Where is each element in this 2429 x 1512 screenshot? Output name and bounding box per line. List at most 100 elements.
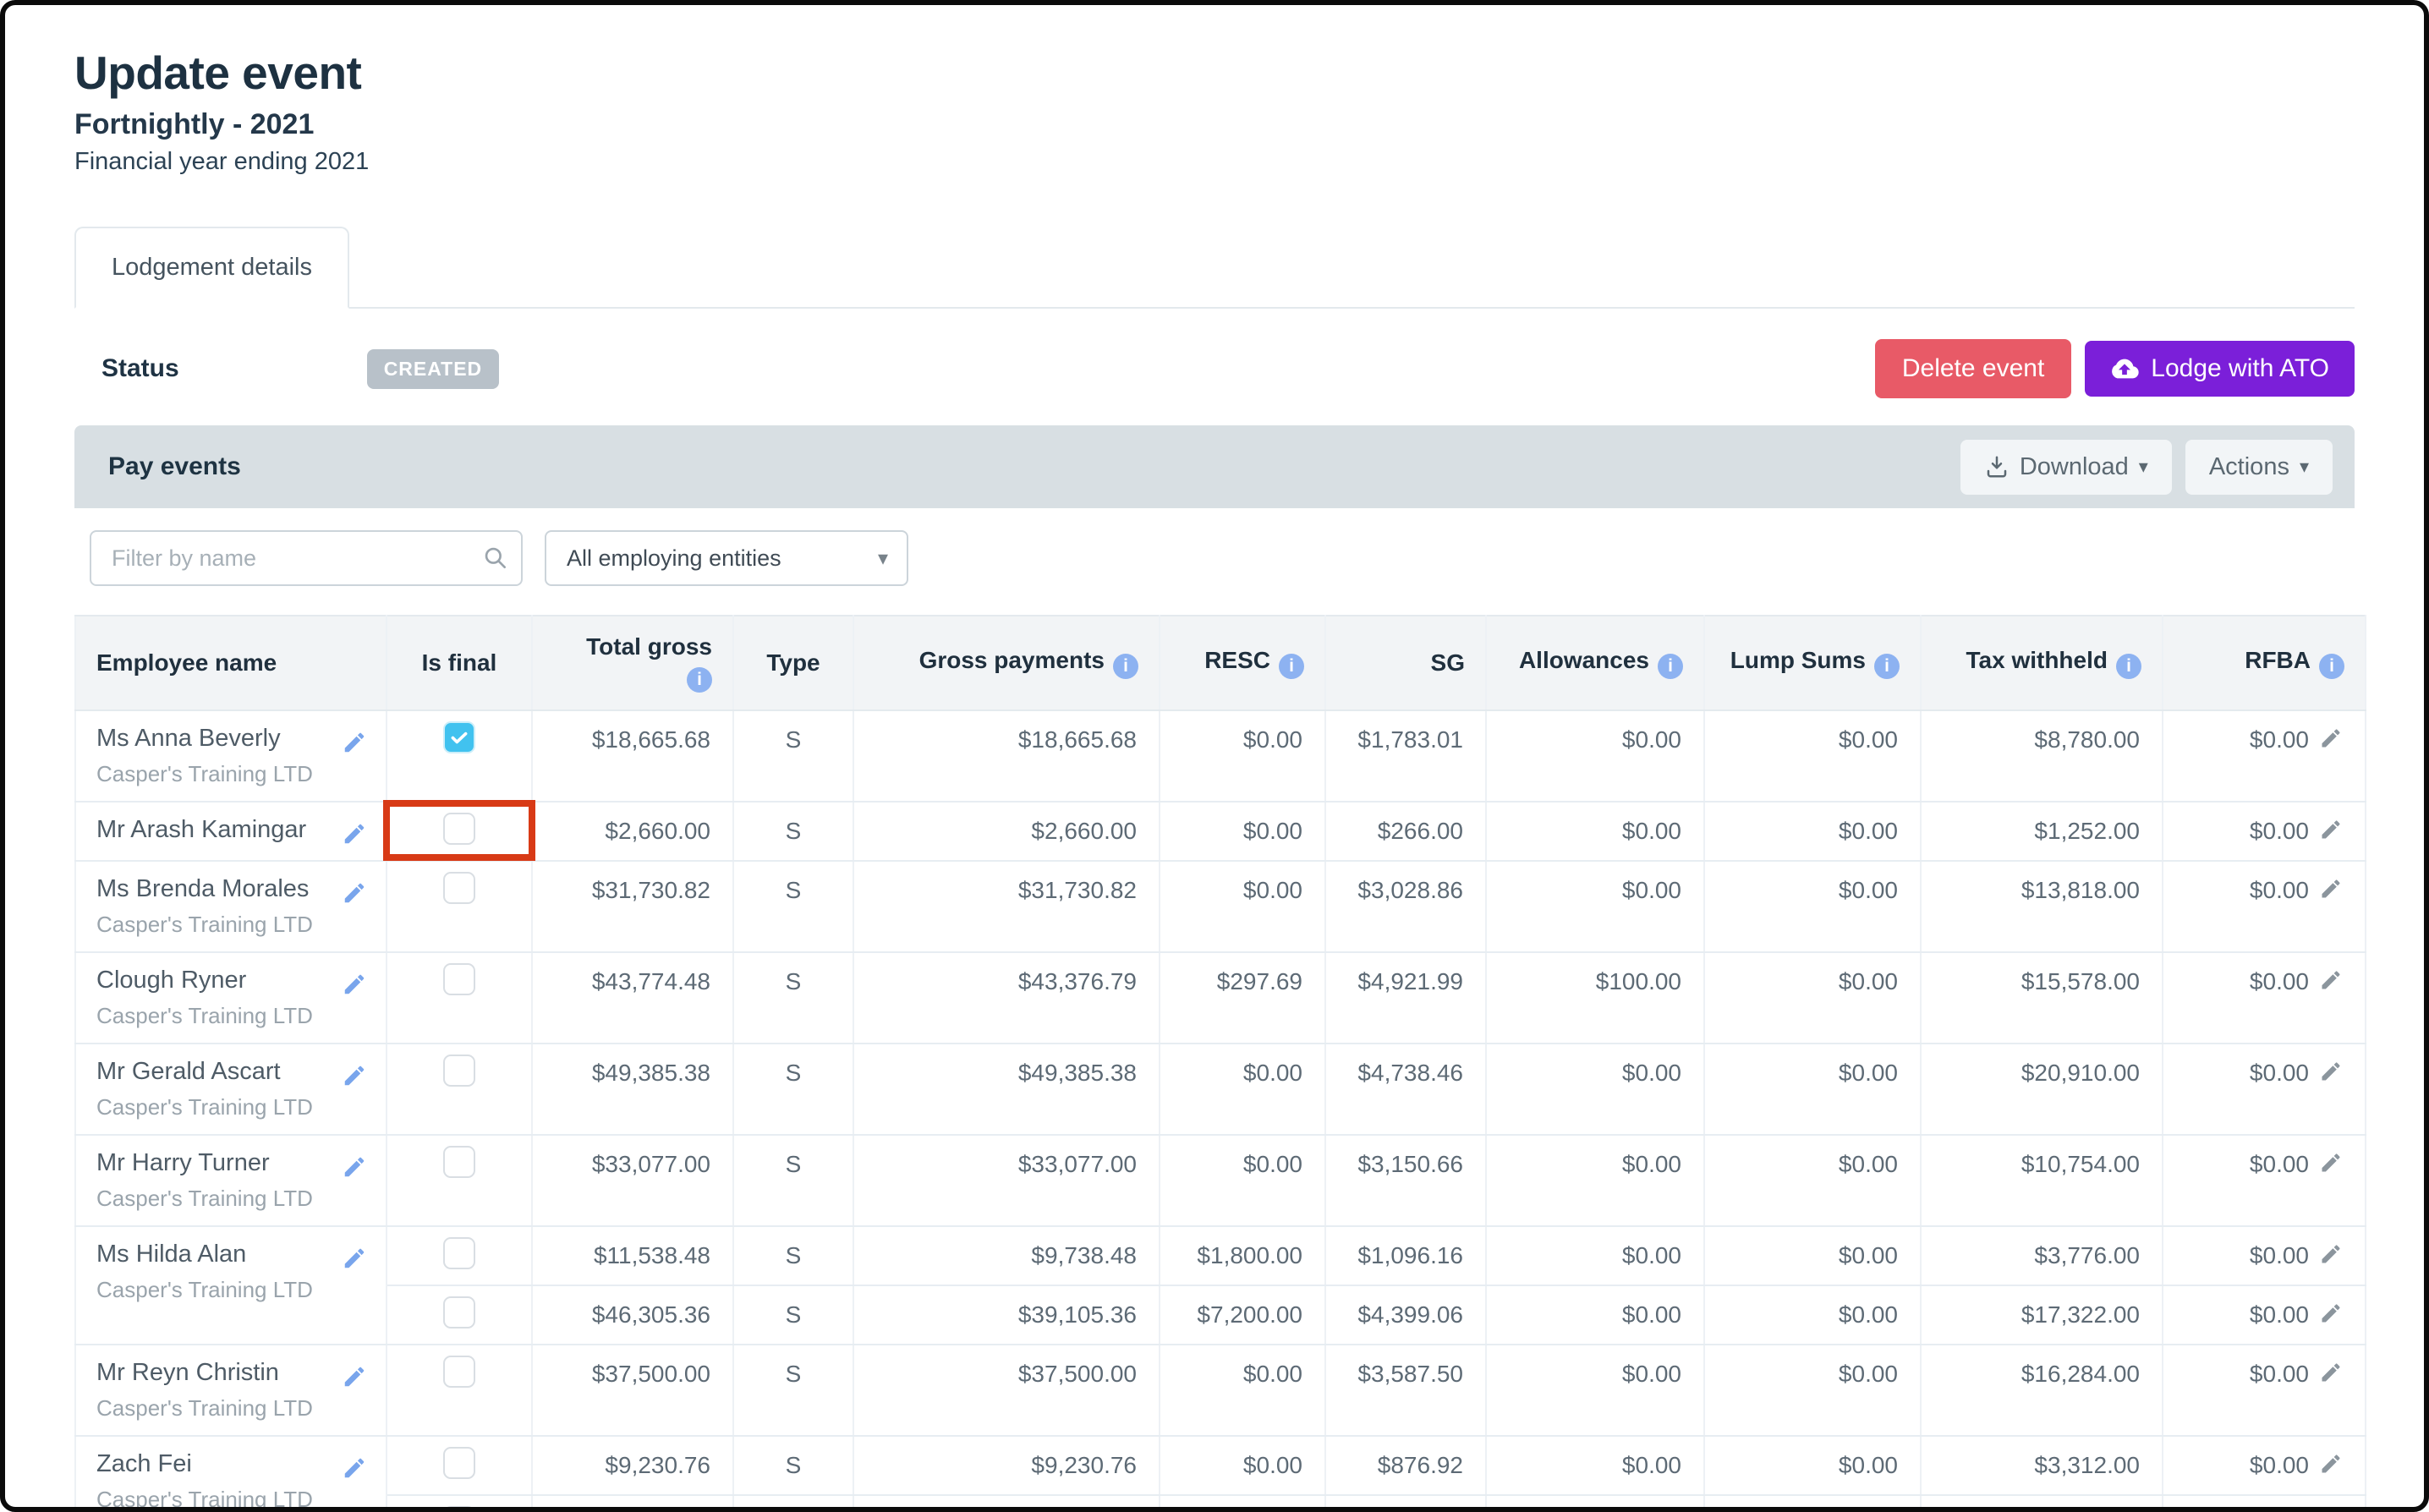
- gross-payments-value: $9,738.48: [853, 1226, 1160, 1286]
- employing-entities-select[interactable]: All employing entities ▾: [545, 530, 908, 586]
- edit-pencil-icon[interactable]: [342, 821, 367, 846]
- financial-year-label: Financial year ending 2021: [74, 148, 370, 175]
- employee-company: Casper's Training LTD: [96, 1003, 313, 1028]
- info-icon[interactable]: i: [1279, 654, 1304, 679]
- filter-by-name-input[interactable]: [90, 530, 523, 586]
- column-header-sg: SG: [1324, 615, 1487, 711]
- column-header-total-gross: Total gross i: [531, 615, 734, 711]
- column-label: RFBA: [2245, 647, 2311, 673]
- delete-event-button[interactable]: Delete event: [1874, 339, 2072, 398]
- employee-name: Zach Fei: [96, 1450, 192, 1477]
- edit-pencil-icon[interactable]: [342, 1364, 367, 1389]
- rfba-cell: $0.00: [2162, 802, 2366, 862]
- rfba-edit-pencil-icon[interactable]: [2319, 1452, 2343, 1476]
- rfba-value: $0.00: [2249, 1361, 2309, 1387]
- lump-sums-value: $0.00: [1703, 1495, 1922, 1507]
- is-final-checkbox[interactable]: [443, 1237, 475, 1269]
- rfba-value: $0.00: [2249, 1242, 2309, 1268]
- rfba-cell: $0.00: [2162, 1495, 2366, 1507]
- is-final-checkbox[interactable]: [443, 1055, 475, 1087]
- edit-pencil-icon[interactable]: [342, 1455, 367, 1481]
- is-final-checkbox[interactable]: [443, 813, 475, 845]
- rfba-cell: $0.00: [2162, 952, 2366, 1044]
- sg-value: $3,519.22: [1324, 1495, 1487, 1507]
- rfba-edit-pencil-icon[interactable]: [2319, 1060, 2343, 1083]
- is-final-checkbox[interactable]: [443, 1506, 475, 1507]
- is-final-checkbox[interactable]: [443, 1296, 475, 1328]
- is-final-checkbox[interactable]: [443, 872, 475, 904]
- sg-value: $4,738.46: [1324, 1044, 1487, 1136]
- resc-value: $0.00: [1159, 802, 1326, 862]
- resc-value: $1,800.00: [1159, 1226, 1326, 1286]
- edit-pencil-icon[interactable]: [342, 1246, 367, 1271]
- resc-value: $0.00: [1159, 1044, 1326, 1136]
- is-final-cell: [386, 1135, 533, 1227]
- table-row: $46,305.36 S $39,105.36 $7,200.00 $4,399.06 $…: [75, 1285, 2366, 1345]
- employee-company: Casper's Training LTD: [96, 1395, 313, 1421]
- type-value: S: [732, 710, 854, 803]
- edit-pencil-icon[interactable]: [342, 1063, 367, 1088]
- sg-value: $3,150.66: [1324, 1135, 1487, 1227]
- app-window: Update event Fortnightly - 2021 Financia…: [0, 0, 2429, 1512]
- info-icon[interactable]: i: [1874, 654, 1900, 679]
- rfba-edit-pencil-icon[interactable]: [2319, 1242, 2343, 1266]
- is-final-checkbox[interactable]: [443, 1146, 475, 1178]
- rfba-cell: $0.00: [2162, 1436, 2366, 1496]
- is-final-checkbox[interactable]: [443, 1356, 475, 1388]
- rfba-edit-pencil-icon[interactable]: [2319, 968, 2343, 992]
- actions-button[interactable]: Actions ▾: [2185, 439, 2333, 495]
- info-icon[interactable]: i: [1113, 654, 1138, 679]
- tab-lodgement-details[interactable]: Lodgement details: [74, 227, 349, 309]
- employing-entities-value: All employing entities: [567, 545, 781, 571]
- is-final-cell: [386, 710, 533, 803]
- resc-value: $0.00: [1159, 1135, 1326, 1227]
- info-icon[interactable]: i: [1658, 654, 1683, 679]
- table-row: Ms Brenda Morales Casper's Training LTD $3…: [74, 861, 2366, 953]
- rfba-edit-pencil-icon[interactable]: [2319, 818, 2343, 841]
- rfba-edit-pencil-icon[interactable]: [2319, 877, 2343, 901]
- page-title: Update event: [74, 47, 362, 99]
- total-gross-value: $2,660.00: [531, 802, 734, 862]
- allowances-value: $0.00: [1485, 1436, 1705, 1496]
- download-button[interactable]: Download ▾: [1960, 439, 2172, 495]
- employee-company: Casper's Training LTD: [96, 1277, 313, 1302]
- is-final-cell: [386, 1495, 533, 1507]
- sg-value: $3,028.86: [1324, 861, 1487, 953]
- rfba-edit-pencil-icon[interactable]: [2319, 1301, 2343, 1325]
- allowances-value: $0.00: [1485, 861, 1705, 953]
- resc-value: $0.00: [1159, 861, 1326, 953]
- rfba-edit-pencil-icon[interactable]: [2319, 1151, 2343, 1175]
- edit-pencil-icon[interactable]: [342, 1154, 367, 1180]
- lump-sums-value: $0.00: [1703, 1044, 1922, 1136]
- table-row: Mr Harry Turner Casper's Training LTD $33,…: [74, 1135, 2366, 1227]
- info-icon[interactable]: i: [2319, 654, 2344, 679]
- lump-sums-value: $0.00: [1703, 952, 1922, 1044]
- sg-value: $4,921.99: [1324, 952, 1487, 1044]
- sg-value: $1,096.16: [1324, 1226, 1487, 1286]
- rfba-edit-pencil-icon[interactable]: [2319, 1361, 2343, 1384]
- is-final-checkbox[interactable]: [443, 1447, 475, 1479]
- gross-payments-value: $2,660.00: [853, 802, 1160, 862]
- info-icon[interactable]: i: [2116, 654, 2141, 679]
- status-badge: CREATED: [366, 348, 500, 389]
- tax-withheld-value: $3,776.00: [1920, 1226, 2163, 1286]
- edit-pencil-icon[interactable]: [342, 730, 367, 755]
- employee-company: Casper's Training LTD: [96, 912, 313, 937]
- column-header-lump-sums: Lump Sums i: [1703, 615, 1922, 711]
- lodge-with-ato-button[interactable]: Lodge with ATO: [2085, 341, 2355, 397]
- employee-company: Casper's Training LTD: [96, 761, 313, 786]
- total-gross-value: $18,665.68: [531, 710, 734, 803]
- total-gross-value: $36,923.04: [531, 1495, 734, 1507]
- rfba-value: $0.00: [2249, 818, 2309, 844]
- is-final-checkbox[interactable]: [443, 721, 475, 753]
- tax-withheld-value: $10,754.00: [1920, 1135, 2163, 1227]
- resc-value: $0.00: [1159, 1345, 1326, 1437]
- employee-company: Casper's Training LTD: [96, 1094, 313, 1120]
- edit-pencil-icon[interactable]: [342, 972, 367, 997]
- edit-pencil-icon[interactable]: [342, 880, 367, 906]
- type-value: S: [732, 1436, 854, 1496]
- total-gross-value: $37,500.00: [531, 1345, 734, 1437]
- rfba-edit-pencil-icon[interactable]: [2319, 726, 2343, 750]
- is-final-checkbox[interactable]: [443, 963, 475, 995]
- info-icon[interactable]: i: [687, 667, 712, 693]
